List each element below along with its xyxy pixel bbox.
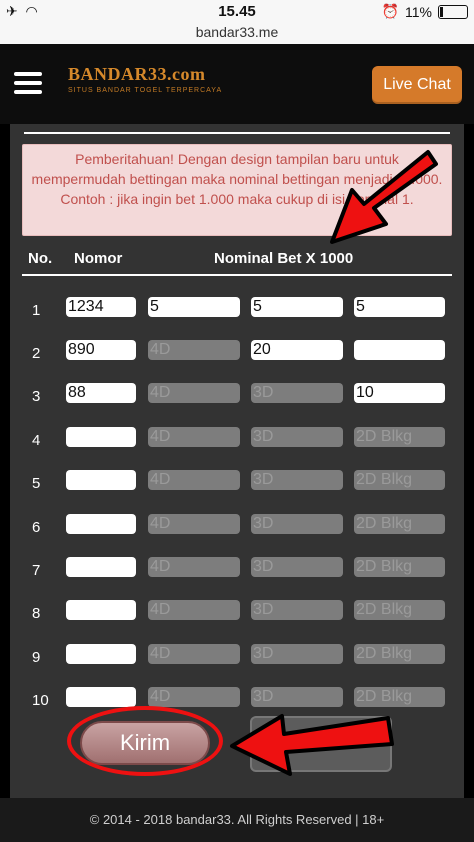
bet-3d-input[interactable]: 3D [251, 644, 343, 664]
table-row: 1 1234 5 5 5 [10, 290, 464, 333]
bet-2d-input[interactable]: 5 [354, 297, 445, 317]
bet-4d-input[interactable]: 4D [148, 644, 240, 664]
row-number: 2 [32, 345, 41, 362]
alarm-icon: ⏰ [381, 3, 400, 19]
bet-4d-input[interactable]: 4D [148, 514, 240, 534]
bet-4d-input[interactable]: 4D [148, 687, 240, 707]
address-url[interactable]: bandar33.me [0, 24, 474, 40]
nomor-input[interactable] [66, 470, 136, 490]
brand-name: BANDAR33.com [68, 64, 206, 84]
menu-icon[interactable] [14, 72, 42, 94]
table-row: 2 890 4D 20 [10, 333, 464, 376]
live-chat-button[interactable]: Live Chat [372, 66, 462, 104]
row-number: 10 [32, 692, 49, 709]
table-row: 8 4D 3D 2D Blkg [10, 593, 464, 636]
nomor-input[interactable]: 1234 [66, 297, 136, 317]
bet-2d-input[interactable]: 2D Blkg [354, 557, 445, 577]
row-number: 9 [32, 649, 41, 666]
annotation-arrow-icon [230, 714, 394, 776]
header-nomor: Nomor [74, 250, 123, 267]
bet-2d-input[interactable] [354, 340, 445, 360]
bet-2d-input[interactable]: 2D Blkg [354, 600, 445, 620]
nomor-input[interactable] [66, 427, 136, 447]
brand-tagline: SITUS BANDAR TOGEL TERPERCAYA [68, 87, 223, 94]
nomor-input[interactable] [66, 600, 136, 620]
status-bar: ✈ ︎ ◠ 15.45 bandar33.me ⏰ 11% [0, 0, 474, 44]
bet-4d-input[interactable]: 5 [148, 297, 240, 317]
bet-3d-input[interactable]: 3D [251, 427, 343, 447]
header-no: No. [28, 250, 53, 267]
nomor-input[interactable] [66, 557, 136, 577]
bet-3d-input[interactable]: 3D [251, 600, 343, 620]
divider [22, 274, 452, 276]
table-header: No. Nomor Nominal Bet X 1000 [10, 244, 464, 274]
bet-3d-input[interactable]: 5 [251, 297, 343, 317]
table-row: 4 4D 3D 2D Blkg [10, 420, 464, 463]
site-header: BANDAR33.com SITUS BANDAR TOGEL TERPERCA… [0, 44, 474, 124]
row-number: 7 [32, 562, 41, 579]
row-number: 3 [32, 388, 41, 405]
divider [24, 132, 450, 134]
bet-2d-input[interactable]: 2D Blkg [354, 644, 445, 664]
bet-2d-input[interactable]: 2D Blkg [354, 687, 445, 707]
row-number: 4 [32, 432, 41, 449]
site-logo[interactable]: BANDAR33.com SITUS BANDAR TOGEL TERPERCA… [68, 64, 222, 94]
bet-2d-input[interactable]: 2D Blkg [354, 427, 445, 447]
bet-2d-input[interactable]: 10 [354, 383, 445, 403]
row-number: 1 [32, 302, 41, 319]
bet-3d-input[interactable]: 20 [251, 340, 343, 360]
bet-4d-input[interactable]: 4D [148, 470, 240, 490]
battery-percent: 11% [405, 3, 432, 20]
row-number: 8 [32, 605, 41, 622]
row-number: 6 [32, 519, 41, 536]
bet-2d-input[interactable]: 2D Blkg [354, 470, 445, 490]
bet-3d-input[interactable]: 3D [251, 557, 343, 577]
footer-copyright: © 2014 - 2018 bandar33. All Rights Reser… [0, 798, 474, 842]
bet-3d-input[interactable]: 3D [251, 514, 343, 534]
bet-4d-input[interactable]: 4D [148, 600, 240, 620]
bet-3d-input[interactable]: 3D [251, 470, 343, 490]
bet-3d-input[interactable]: 3D [251, 687, 343, 707]
bet-4d-input[interactable]: 4D [148, 340, 240, 360]
bet-4d-input[interactable]: 4D [148, 557, 240, 577]
table-row: 9 4D 3D 2D Blkg [10, 637, 464, 680]
nomor-input[interactable] [66, 687, 136, 707]
bet-form: Pemberitahuan! Dengan design tampilan ba… [10, 124, 464, 798]
bet-4d-input[interactable]: 4D [148, 383, 240, 403]
row-number: 5 [32, 475, 41, 492]
annotation-circle [67, 706, 223, 776]
nomor-input[interactable] [66, 514, 136, 534]
nomor-input[interactable]: 88 [66, 383, 136, 403]
bet-4d-input[interactable]: 4D [148, 427, 240, 447]
header-bet: Nominal Bet X 1000 [214, 250, 354, 267]
table-row: 6 4D 3D 2D Blkg [10, 507, 464, 550]
bet-3d-input[interactable]: 3D [251, 383, 343, 403]
table-row: 5 4D 3D 2D Blkg [10, 463, 464, 506]
battery-icon [438, 4, 468, 19]
bet-2d-input[interactable]: 2D Blkg [354, 514, 445, 534]
nomor-input[interactable]: 890 [66, 340, 136, 360]
table-row: 7 4D 3D 2D Blkg [10, 550, 464, 593]
annotation-arrow-icon [330, 150, 438, 244]
nomor-input[interactable] [66, 644, 136, 664]
table-row: 3 88 4D 3D 10 [10, 376, 464, 419]
